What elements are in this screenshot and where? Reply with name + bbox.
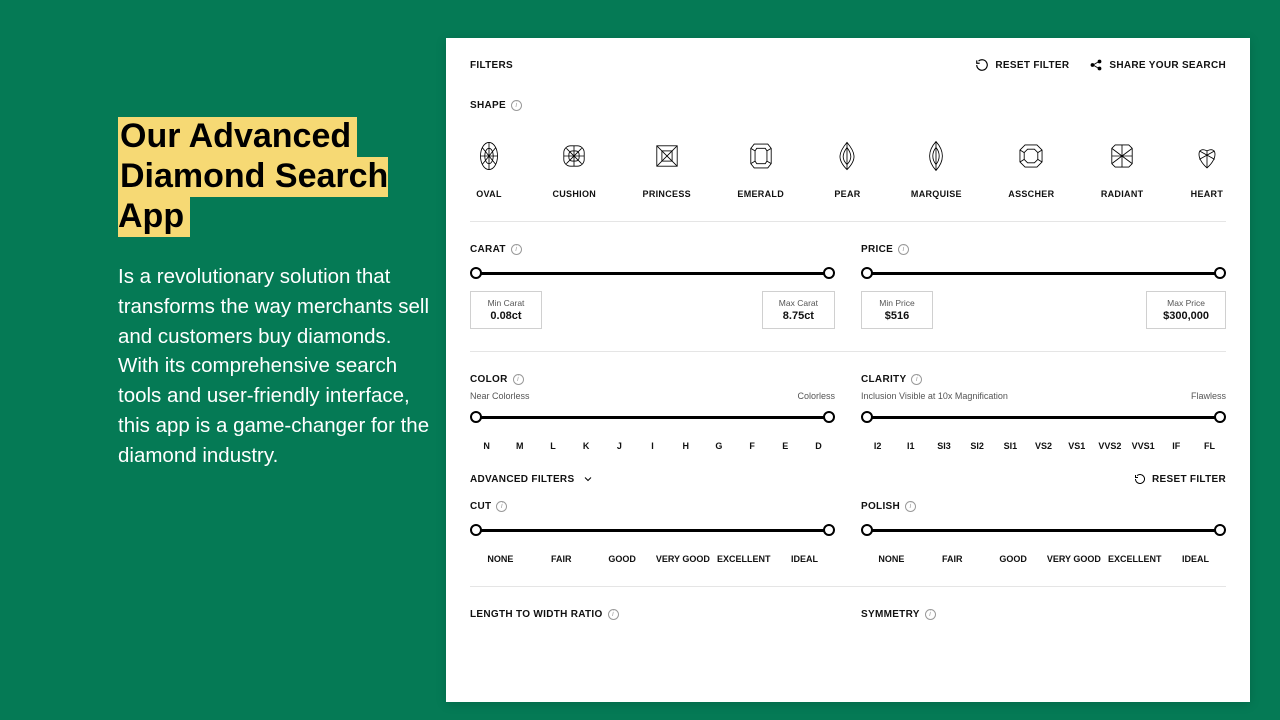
shape-section: SHAPE i OVAL CUSHION PRINCESS EMERALD (470, 100, 1226, 199)
reset-filter-button-advanced[interactable]: RESET FILTER (1134, 473, 1226, 485)
price-section: PRICEi Min Price $516 Max Price $300,000 (861, 244, 1226, 329)
slider-handle-max[interactable] (823, 524, 835, 536)
clarity-slider[interactable] (861, 411, 1226, 423)
promo-hl-1: Our Advanced (118, 117, 357, 157)
cut-ticks: NONEFAIRGOODVERY GOODEXCELLENTIDEAL (470, 554, 835, 564)
clarity-section: CLARITYi Inclusion Visible at 10x Magnif… (861, 374, 1226, 451)
shape-emerald[interactable]: EMERALD (737, 139, 784, 199)
shape-princess[interactable]: PRINCESS (643, 139, 691, 199)
slider-handle-max[interactable] (1214, 411, 1226, 423)
info-icon[interactable]: i (496, 501, 507, 512)
slider-handle-min[interactable] (470, 411, 482, 423)
cut-slider[interactable] (470, 524, 835, 536)
promo-title: Our Advanced Diamond Search App (118, 116, 448, 236)
info-icon[interactable]: i (608, 609, 619, 620)
carat-max-input[interactable]: Max Carat 8.75ct (762, 291, 835, 329)
reset-filter-button[interactable]: RESET FILTER (975, 58, 1069, 72)
carat-slider[interactable] (470, 267, 835, 279)
lwr-section: LENGTH TO WIDTH RATIOi (470, 609, 835, 620)
slider-handle-min[interactable] (861, 267, 873, 279)
chevron-down-icon (582, 473, 594, 485)
slider-handle-max[interactable] (1214, 524, 1226, 536)
color-ticks: NMLKJIHGFED (470, 441, 835, 451)
info-icon[interactable]: i (513, 374, 524, 385)
symmetry-section: SYMMETRYi (861, 609, 1226, 620)
panel-topbar: FILTERS RESET FILTER SHARE YOUR SEARCH (470, 58, 1226, 72)
reset-icon (975, 58, 989, 72)
info-icon[interactable]: i (511, 100, 522, 111)
cut-section: CUTi NONEFAIRGOODVERY GOODEXCELLENTIDEAL (470, 501, 835, 564)
slider-handle-min[interactable] (470, 267, 482, 279)
polish-slider[interactable] (861, 524, 1226, 536)
color-section: COLORi Near Colorless Colorless NMLKJIHG… (470, 374, 835, 451)
share-icon (1089, 58, 1103, 72)
color-clarity-row: COLORi Near Colorless Colorless NMLKJIHG… (470, 374, 1226, 451)
clarity-ticks: I2I1SI3SI2SI1VS2VS1VVS2VVS1IFFL (861, 441, 1226, 451)
color-slider[interactable] (470, 411, 835, 423)
promo-hl-2: Diamond Search App (118, 157, 388, 237)
carat-min-input[interactable]: Min Carat 0.08ct (470, 291, 542, 329)
slider-handle-min[interactable] (861, 524, 873, 536)
price-max-input[interactable]: Max Price $300,000 (1146, 291, 1226, 329)
share-label: SHARE YOUR SEARCH (1109, 60, 1226, 71)
shape-grid: OVAL CUSHION PRINCESS EMERALD PEAR (470, 139, 1226, 199)
slider-handle-min[interactable] (861, 411, 873, 423)
info-icon[interactable]: i (898, 244, 909, 255)
info-icon[interactable]: i (511, 244, 522, 255)
shape-radiant[interactable]: RADIANT (1101, 139, 1144, 199)
promo-body: Is a revolutionary solution that transfo… (118, 262, 448, 470)
advanced-filters-toggle[interactable]: ADVANCED FILTERS (470, 473, 594, 485)
lwr-sym-row: LENGTH TO WIDTH RATIOi SYMMETRYi (470, 609, 1226, 620)
polish-section: POLISHi NONEFAIRGOODVERY GOODEXCELLENTID… (861, 501, 1226, 564)
price-min-input[interactable]: Min Price $516 (861, 291, 933, 329)
shape-heart[interactable]: HEART (1190, 139, 1224, 199)
shape-marquise[interactable]: MARQUISE (911, 139, 962, 199)
price-slider[interactable] (861, 267, 1226, 279)
filters-heading: FILTERS (470, 60, 513, 71)
carat-price-row: CARATi Min Carat 0.08ct Max Carat 8.75ct… (470, 244, 1226, 329)
cut-polish-row: CUTi NONEFAIRGOODVERY GOODEXCELLENTIDEAL… (470, 501, 1226, 564)
slider-handle-max[interactable] (823, 411, 835, 423)
promo-block: Our Advanced Diamond Search App Is a rev… (118, 116, 448, 470)
share-search-button[interactable]: SHARE YOUR SEARCH (1089, 58, 1226, 72)
slider-handle-min[interactable] (470, 524, 482, 536)
info-icon[interactable]: i (905, 501, 916, 512)
info-icon[interactable]: i (911, 374, 922, 385)
slider-handle-max[interactable] (1214, 267, 1226, 279)
shape-cushion[interactable]: CUSHION (552, 139, 596, 199)
shape-asscher[interactable]: ASSCHER (1008, 139, 1054, 199)
carat-section: CARATi Min Carat 0.08ct Max Carat 8.75ct (470, 244, 835, 329)
slider-handle-max[interactable] (823, 267, 835, 279)
shape-pear[interactable]: PEAR (830, 139, 864, 199)
filter-panel: FILTERS RESET FILTER SHARE YOUR SEARCH S… (446, 38, 1250, 702)
polish-ticks: NONEFAIRGOODVERY GOODEXCELLENTIDEAL (861, 554, 1226, 564)
info-icon[interactable]: i (925, 609, 936, 620)
shape-oval[interactable]: OVAL (472, 139, 506, 199)
reset-icon (1134, 473, 1146, 485)
advanced-filters-bar: ADVANCED FILTERS RESET FILTER (470, 473, 1226, 485)
shape-label: SHAPE i (470, 100, 1226, 111)
reset-label: RESET FILTER (995, 60, 1069, 71)
